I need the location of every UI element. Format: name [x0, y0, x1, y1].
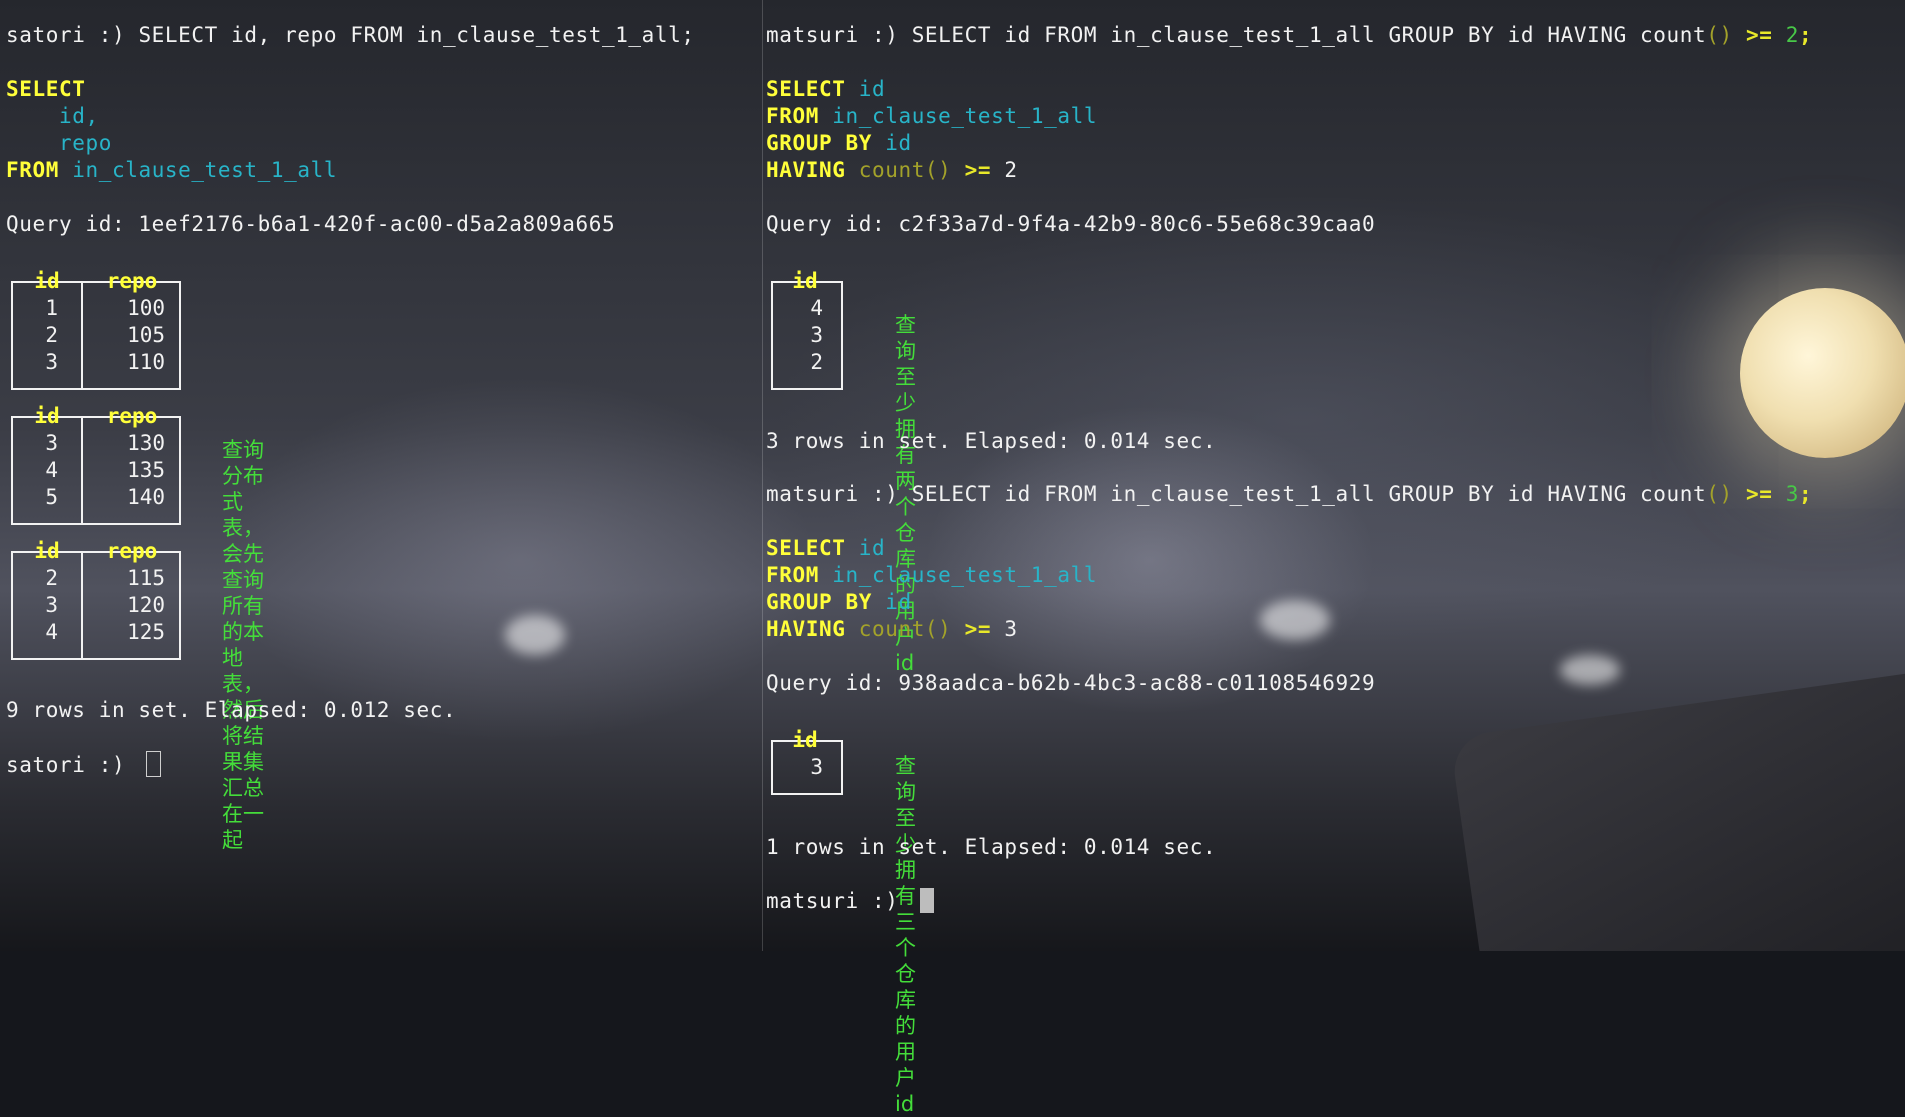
table-cell: 140 [127, 485, 165, 509]
result-table: id repo 1 100 2 105 3 110 [11, 269, 181, 390]
column-header: repo [106, 269, 158, 293]
table-cell: 4 [45, 620, 58, 644]
table-cell: 100 [127, 296, 165, 320]
table-cell: 3 [810, 323, 823, 347]
sql-identifier: id, [58, 104, 99, 128]
table-cell: 125 [127, 620, 165, 644]
sql-keyword: SELECT [766, 77, 846, 101]
table-cell: 130 [127, 431, 165, 455]
column-header: repo [106, 539, 158, 563]
sql-identifier: in_clause_test_1_all [72, 158, 338, 182]
table-cell: 4 [810, 296, 823, 320]
wallpaper-rock [1449, 665, 1905, 951]
sql-identifier: id [885, 590, 912, 614]
annotation-text: 查询至少拥有三个仓库的用户 id [895, 754, 916, 1116]
wallpaper-moon [1740, 288, 1905, 458]
wallpaper-light [1260, 600, 1330, 640]
column-header: id [34, 539, 60, 563]
table-cell: 135 [127, 458, 165, 482]
table-cell: 4 [45, 458, 58, 482]
table-cell: 5 [45, 485, 58, 509]
result-table: id repo 2 115 3 120 4 125 [11, 539, 181, 660]
shell-prompt[interactable]: satori :) [6, 751, 162, 778]
annotation-text: 查询分布式表，会先查询所有的本地表， 然后将结果集汇总在一起 [222, 438, 264, 852]
cursor [146, 751, 162, 777]
sql-keyword: SELECT [6, 77, 86, 101]
table-cell: 1 [45, 296, 58, 320]
table-cell: 2 [45, 323, 58, 347]
sql-literal: 3 [1004, 617, 1018, 641]
table-cell: 2 [45, 566, 58, 590]
sql-identifier: id [858, 77, 886, 101]
result-summary: 3 rows in set. Elapsed: 0.014 sec. [766, 429, 1217, 453]
table-cell: 110 [127, 350, 165, 374]
sql-operator: >= [964, 158, 992, 182]
sql-keyword: SELECT [766, 536, 846, 560]
sql-keyword: FROM [766, 563, 819, 587]
column-header: id [792, 269, 818, 293]
query-id: Query id: 1eef2176-b6a1-420f-ac00-d5a2a8… [6, 212, 616, 236]
sql-function: count() [858, 617, 952, 641]
sql-identifier: id [858, 536, 886, 560]
result-table: id repo 3 130 4 135 5 140 [11, 404, 181, 525]
sql-keyword: FROM [766, 104, 819, 128]
sql-function: count() [858, 158, 952, 182]
sql-keyword: GROUP BY [766, 131, 872, 155]
cursor [919, 888, 934, 913]
pane-divider[interactable] [762, 0, 763, 951]
terminal-wallpaper [0, 0, 1905, 951]
sql-literal: 2 [1004, 158, 1018, 182]
table-cell: 3 [45, 593, 58, 617]
column-header: id [792, 728, 818, 752]
table-cell: 2 [810, 350, 823, 374]
sql-identifier: repo [58, 131, 112, 155]
sql-keyword: GROUP BY [766, 590, 872, 614]
sql-identifier: in_clause_test_1_all [832, 563, 1098, 587]
sql-keyword: HAVING [766, 617, 846, 641]
command-line: matsuri :) SELECT id FROM in_clause_test… [766, 482, 1813, 506]
result-table: id 4 3 2 [771, 269, 843, 390]
command-line: satori :) SELECT id, repo FROM in_clause… [6, 23, 695, 47]
table-cell: 120 [127, 593, 165, 617]
sql-operator: >= [964, 617, 992, 641]
table-cell: 3 [45, 350, 58, 374]
shell-prompt[interactable]: matsuri :) [766, 888, 934, 915]
result-table: id 3 [771, 728, 843, 795]
query-id: Query id: 938aadca-b62b-4bc3-ac88-c01108… [766, 671, 1376, 695]
table-cell: 3 [810, 755, 823, 779]
table-cell: 3 [45, 431, 58, 455]
result-summary: 9 rows in set. Elapsed: 0.012 sec. [6, 698, 457, 722]
wallpaper-light [505, 615, 565, 655]
sql-keyword: HAVING [766, 158, 846, 182]
sql-identifier: in_clause_test_1_all [832, 104, 1098, 128]
column-header: id [34, 269, 60, 293]
query-id: Query id: c2f33a7d-9f4a-42b9-80c6-55e68c… [766, 212, 1376, 236]
column-header: repo [106, 404, 158, 428]
sql-keyword: FROM [6, 158, 59, 182]
table-cell: 115 [127, 566, 165, 590]
command-line: matsuri :) SELECT id FROM in_clause_test… [766, 23, 1813, 47]
table-cell: 105 [127, 323, 165, 347]
result-summary: 1 rows in set. Elapsed: 0.014 sec. [766, 835, 1217, 859]
sql-identifier: id [885, 131, 912, 155]
column-header: id [34, 404, 60, 428]
wallpaper-light [1560, 655, 1620, 685]
